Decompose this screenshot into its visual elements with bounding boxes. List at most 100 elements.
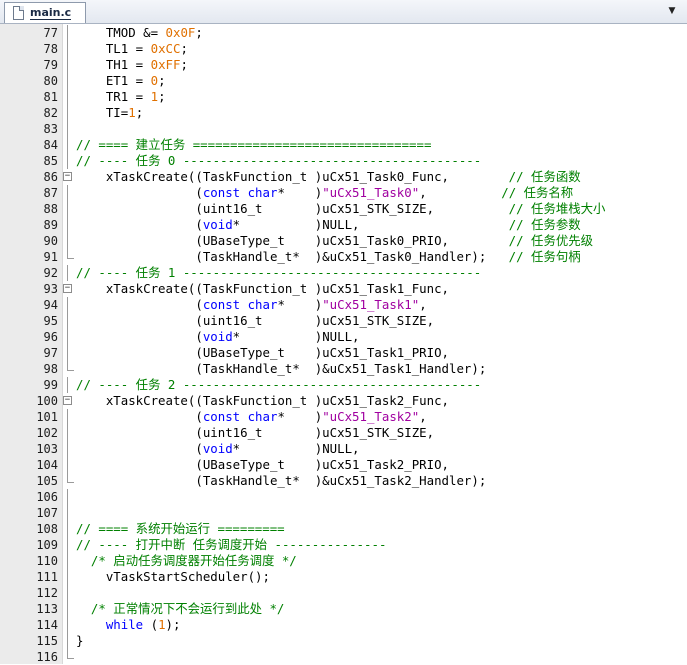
- code-line[interactable]: 115}: [0, 633, 687, 649]
- code-token: (: [76, 297, 203, 312]
- code-token: * ): [277, 297, 323, 312]
- fold-guide: [67, 185, 68, 201]
- code-line[interactable]: 80 ET1 = 0;: [0, 73, 687, 89]
- code-comment: // 任务优先级: [508, 233, 594, 248]
- fold-guide: [67, 265, 68, 281]
- fold-guide: [67, 313, 68, 329]
- code-token: (uint16_t )uCx51_STK_SIZE,: [76, 313, 435, 328]
- code-line[interactable]: 99 // ---- 任务 2 -------------------------…: [0, 377, 687, 393]
- code-line[interactable]: 98 (TaskHandle_t* )&uCx51_Task1_Handler)…: [0, 361, 687, 377]
- fold-guide: [67, 377, 68, 393]
- code-line[interactable]: 90 (UBaseType_t )uCx51_Task0_PRIO, // 任务…: [0, 233, 687, 249]
- file-icon: [13, 6, 24, 20]
- code-text: while (1);: [76, 617, 181, 633]
- fold-guide: [67, 457, 68, 473]
- code-line[interactable]: 104 (UBaseType_t )uCx51_Task2_PRIO,: [0, 457, 687, 473]
- code-token: ,: [419, 185, 502, 200]
- code-token: (: [143, 617, 159, 632]
- code-line[interactable]: 110 /* 启动任务调度器开始任务调度 */: [0, 553, 687, 569]
- code-line[interactable]: 102 (uint16_t )uCx51_STK_SIZE,: [0, 425, 687, 441]
- code-line[interactable]: 96 (void* )NULL,: [0, 329, 687, 345]
- line-number: 94: [43, 298, 58, 312]
- fold-collapse-icon[interactable]: −: [63, 284, 72, 293]
- fold-end-marker: [67, 249, 74, 259]
- code-line[interactable]: 107: [0, 505, 687, 521]
- fold-guide: [67, 137, 68, 153]
- code-token: * )NULL,: [232, 217, 509, 232]
- code-token: vTaskStartScheduler();: [76, 569, 270, 584]
- code-line[interactable]: 106: [0, 489, 687, 505]
- code-line[interactable]: 97 (UBaseType_t )uCx51_Task1_PRIO,: [0, 345, 687, 361]
- code-text: (TaskHandle_t* )&uCx51_Task1_Handler);: [76, 361, 486, 377]
- code-line[interactable]: 93− xTaskCreate((TaskFunction_t )uCx51_T…: [0, 281, 687, 297]
- code-line[interactable]: 89 (void* )NULL, // 任务参数: [0, 217, 687, 233]
- code-line[interactable]: 112: [0, 585, 687, 601]
- code-line[interactable]: 109 // ---- 打开中断 任务调度开始 ---------------: [0, 537, 687, 553]
- fold-guide: [67, 441, 68, 457]
- code-line[interactable]: 85 // ---- 任务 0 -------------------------…: [0, 153, 687, 169]
- code-text: // ---- 打开中断 任务调度开始 ---------------: [76, 537, 386, 553]
- code-text: (const char* )"uCx51_Task0", // 任务名称: [76, 185, 573, 201]
- code-line[interactable]: 101 (const char* )"uCx51_Task2",: [0, 409, 687, 425]
- code-comment: // ==== 系统开始运行 =========: [76, 521, 285, 536]
- code-line[interactable]: 116: [0, 649, 687, 665]
- code-text: // ==== 建立任务 ===========================…: [76, 137, 431, 153]
- tab-dropdown-icon[interactable]: ▼: [665, 4, 679, 18]
- code-editor[interactable]: 77 TMOD &= 0x0F; 78 TL1 = 0xCC; 79 TH1 = 0…: [0, 24, 687, 664]
- code-line[interactable]: 81 TR1 = 1;: [0, 89, 687, 105]
- code-text: (TaskHandle_t* )&uCx51_Task0_Handler); /…: [76, 249, 580, 265]
- code-line[interactable]: 113 /* 正常情况下不会运行到此处 */: [0, 601, 687, 617]
- tab-main-c[interactable]: main.c: [4, 2, 86, 23]
- code-line[interactable]: 95 (uint16_t )uCx51_STK_SIZE,: [0, 313, 687, 329]
- code-token: ET1 =: [76, 73, 151, 88]
- code-line[interactable]: 86− xTaskCreate((TaskFunction_t )uCx51_T…: [0, 169, 687, 185]
- code-text: }: [76, 633, 83, 649]
- code-text: (UBaseType_t )uCx51_Task2_PRIO,: [76, 457, 449, 473]
- code-line[interactable]: 79 TH1 = 0xFF;: [0, 57, 687, 73]
- code-text: (const char* )"uCx51_Task1",: [76, 297, 426, 313]
- line-number: 89: [43, 218, 58, 232]
- code-line[interactable]: 77 TMOD &= 0x0F;: [0, 25, 687, 41]
- code-keyword: void: [202, 217, 233, 232]
- code-line[interactable]: 100− xTaskCreate((TaskFunction_t )uCx51_…: [0, 393, 687, 409]
- line-number: 79: [43, 58, 58, 72]
- fold-collapse-icon[interactable]: −: [63, 396, 72, 405]
- code-number: 0x0F: [165, 25, 196, 40]
- code-line[interactable]: 88 (uint16_t )uCx51_STK_SIZE, // 任务堆栈大小: [0, 201, 687, 217]
- line-number: 83: [43, 122, 58, 136]
- code-token: ;: [195, 25, 203, 40]
- fold-guide: [67, 57, 68, 73]
- line-number: 97: [43, 346, 58, 360]
- code-line[interactable]: 92 // ---- 任务 1 -------------------------…: [0, 265, 687, 281]
- fold-guide: [67, 425, 68, 441]
- line-number: 85: [43, 154, 58, 168]
- code-keyword: void: [202, 441, 233, 456]
- code-comment: // 任务堆栈大小: [508, 201, 606, 216]
- code-token: ;: [158, 89, 166, 104]
- code-line[interactable]: 84 // ==== 建立任务 =========================…: [0, 137, 687, 153]
- code-line[interactable]: 108 // ==== 系统开始运行 =========: [0, 521, 687, 537]
- code-line[interactable]: 114 while (1);: [0, 617, 687, 633]
- code-line[interactable]: 87 (const char* )"uCx51_Task0", // 任务名称: [0, 185, 687, 201]
- line-number: 81: [43, 90, 58, 104]
- code-token: (: [76, 217, 203, 232]
- code-string: "uCx51_Task0": [322, 185, 420, 200]
- line-number: 91: [43, 250, 58, 264]
- code-line[interactable]: 91 (TaskHandle_t* )&uCx51_Task0_Handler)…: [0, 249, 687, 265]
- line-number: 98: [43, 362, 58, 376]
- code-token: (: [76, 185, 203, 200]
- code-line[interactable]: 111 vTaskStartScheduler();: [0, 569, 687, 585]
- code-line[interactable]: 105 (TaskHandle_t* )&uCx51_Task2_Handler…: [0, 473, 687, 489]
- code-line[interactable]: 83: [0, 121, 687, 137]
- line-number: 95: [43, 314, 58, 328]
- code-token: ;: [158, 73, 166, 88]
- code-line[interactable]: 103 (void* )NULL,: [0, 441, 687, 457]
- code-line[interactable]: 94 (const char* )"uCx51_Task1",: [0, 297, 687, 313]
- code-line[interactable]: 82 TI=1;: [0, 105, 687, 121]
- fold-collapse-icon[interactable]: −: [63, 172, 72, 181]
- line-number: 99: [43, 378, 58, 392]
- code-token: xTaskCreate((TaskFunction_t )uCx51_Task2…: [76, 393, 449, 408]
- fold-guide: [67, 537, 68, 553]
- code-text: TMOD &= 0x0F;: [76, 25, 203, 41]
- code-line[interactable]: 78 TL1 = 0xCC;: [0, 41, 687, 57]
